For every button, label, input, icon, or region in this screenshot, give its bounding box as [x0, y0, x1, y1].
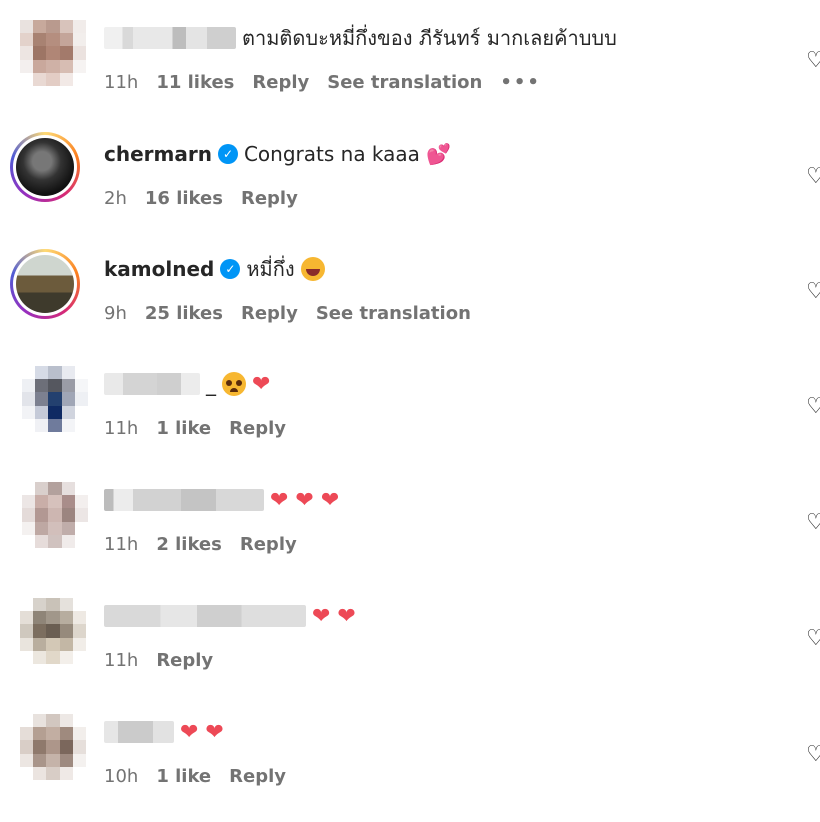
likes-count[interactable]: 11 likes [156, 72, 234, 93]
comment-meta: 11h 2 likes Reply [104, 534, 297, 555]
comment: ❤ ❤ 11h Reply ♡ [0, 582, 820, 697]
heart-outline-icon[interactable]: ♡ [806, 48, 820, 73]
comment-time[interactable]: 11h [104, 650, 138, 671]
reply-button[interactable]: Reply [229, 418, 286, 439]
laughing-emoji-icon [300, 257, 325, 281]
blurred-username[interactable] [104, 27, 236, 49]
comment-time[interactable]: 11h [104, 418, 138, 439]
reply-button[interactable]: Reply [241, 303, 298, 324]
comment-header: _ ❤ [104, 366, 270, 402]
comment-meta: 10h 1 like Reply [104, 766, 286, 787]
comment-meta: 11h Reply [104, 650, 213, 671]
reply-button[interactable]: Reply [240, 534, 297, 555]
avatar[interactable] [12, 708, 86, 780]
username-suffix: _ [206, 372, 216, 396]
blurred-username[interactable] [104, 373, 200, 395]
comment: chermarn ✓ Congrats na kaaa 💕 2h 16 like… [0, 120, 820, 235]
heart-outline-icon[interactable]: ♡ [806, 394, 820, 419]
blurred-username[interactable] [104, 489, 264, 511]
avatar[interactable] [12, 476, 88, 548]
blurred-username[interactable] [104, 721, 174, 743]
red-heart-emoji: ❤ ❤ [312, 603, 356, 629]
comment-time[interactable]: 11h [104, 534, 138, 555]
comment-meta: 2h 16 likes Reply [104, 188, 298, 209]
comment: _ ❤ 11h 1 like Reply ♡ [0, 350, 820, 465]
comment-header: chermarn ✓ Congrats na kaaa 💕 [104, 136, 451, 172]
reply-button[interactable]: Reply [252, 72, 309, 93]
comment-time[interactable]: 2h [104, 188, 127, 209]
blurred-username[interactable] [104, 605, 306, 627]
heart-outline-icon[interactable]: ♡ [806, 279, 820, 304]
comment-header: ❤ ❤ [104, 714, 224, 750]
comment-time[interactable]: 9h [104, 303, 127, 324]
comment-header: kamolned ✓ หมี่กึ่ง [104, 251, 325, 287]
red-heart-emoji: ❤ ❤ ❤ [270, 487, 340, 513]
username-link[interactable]: kamolned [104, 257, 214, 281]
avatar[interactable] [10, 249, 80, 319]
likes-count[interactable]: 25 likes [145, 303, 223, 324]
comment-time[interactable]: 10h [104, 766, 138, 787]
heart-outline-icon[interactable]: ♡ [806, 164, 820, 189]
comment: ❤ ❤ ❤ 11h 2 likes Reply ♡ [0, 466, 820, 581]
more-options-icon[interactable]: ••• [500, 72, 541, 93]
likes-count[interactable]: 16 likes [145, 188, 223, 209]
heart-outline-icon[interactable]: ♡ [806, 510, 820, 535]
comment-text: หมี่กึ่ง [246, 257, 295, 281]
avatar[interactable] [12, 360, 88, 432]
heart-outline-icon[interactable]: ♡ [806, 742, 820, 767]
likes-count[interactable]: 1 like [156, 418, 211, 439]
comment-meta: 11h 1 like Reply [104, 418, 286, 439]
see-translation-link[interactable]: See translation [327, 72, 482, 93]
comment-text: Congrats na kaaa [243, 142, 420, 166]
comment: ตามติดบะหมี่กึ่งของ ภีรันทร์ มากเลยค้าบบ… [0, 4, 820, 119]
avatar[interactable] [10, 132, 80, 202]
verified-badge-icon: ✓ [217, 144, 238, 164]
two-hearts-emoji: 💕 [425, 142, 451, 166]
reply-button[interactable]: Reply [229, 766, 286, 787]
avatar[interactable] [12, 592, 86, 664]
comment-header: ตามติดบะหมี่กึ่งของ ภีรันทร์ มากเลยค้าบบ… [104, 20, 617, 56]
comment-header: ❤ ❤ [104, 598, 356, 634]
reply-button[interactable]: Reply [241, 188, 298, 209]
comment-meta: 11h 11 likes Reply See translation ••• [104, 72, 541, 93]
red-heart-emoji: ❤ ❤ [180, 719, 224, 745]
comment-header: ❤ ❤ ❤ [104, 482, 339, 518]
reply-button[interactable]: Reply [156, 650, 213, 671]
likes-count[interactable]: 2 likes [156, 534, 222, 555]
avatar[interactable] [12, 14, 86, 86]
username-link[interactable]: chermarn [104, 142, 212, 166]
comment-time[interactable]: 11h [104, 72, 138, 93]
heart-outline-icon[interactable]: ♡ [806, 626, 820, 651]
likes-count[interactable]: 1 like [156, 766, 211, 787]
comment-meta: 9h 25 likes Reply See translation [104, 303, 471, 324]
red-heart-emoji: ❤ [252, 371, 271, 397]
pleading-face-emoji-icon [222, 372, 246, 396]
comment-text: ตามติดบะหมี่กึ่งของ ภีรันทร์ มากเลยค้าบบ… [242, 26, 617, 50]
comment: ❤ ❤ 10h 1 like Reply ♡ [0, 698, 820, 813]
comment: kamolned ✓ หมี่กึ่ง 9h 25 likes Reply Se… [0, 235, 820, 350]
verified-badge-icon: ✓ [220, 259, 241, 279]
see-translation-link[interactable]: See translation [316, 303, 471, 324]
